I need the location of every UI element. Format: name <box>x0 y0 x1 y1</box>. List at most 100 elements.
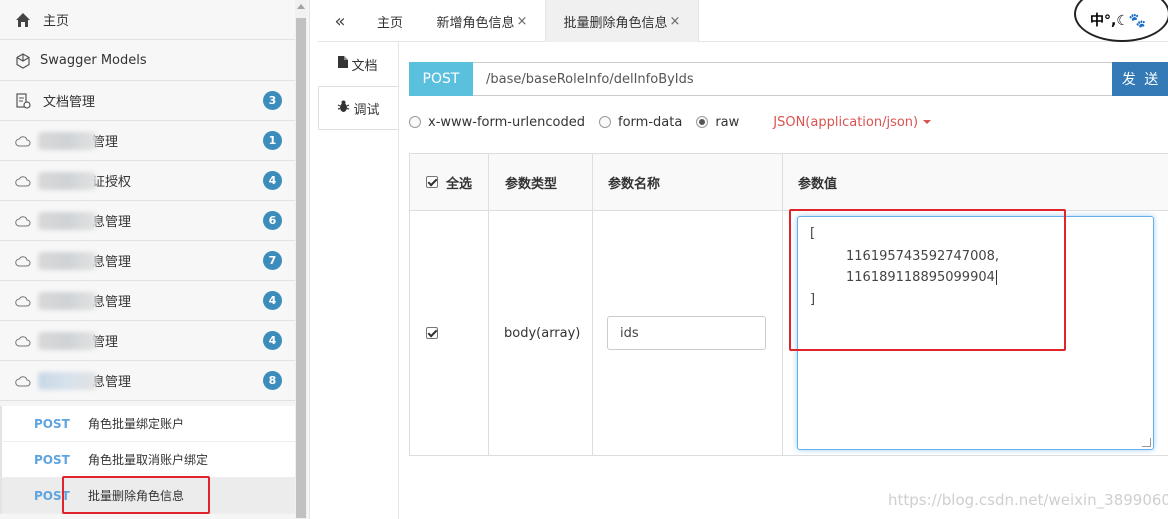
bug-icon <box>337 100 350 117</box>
cloud-api-icon <box>14 172 32 190</box>
home-icon <box>14 11 32 29</box>
radio-label: x-www-form-urlencoded <box>428 114 586 130</box>
tab-batch-delete-role[interactable]: 批量删除角色信息 × <box>545 0 699 42</box>
count-badge: 8 <box>263 371 282 390</box>
resize-handle[interactable] <box>1142 438 1151 447</box>
header-label: 参数值 <box>798 176 838 192</box>
tab-label: 调试 <box>353 102 380 118</box>
http-method: POST <box>34 452 70 467</box>
content-type-options: x-www-form-urlencoded form-data raw JSON… <box>409 112 932 132</box>
sidebar-group[interactable]: 息管理 7 <box>0 241 296 281</box>
count-badge: 4 <box>263 291 282 310</box>
param-type: body(array) <box>504 325 581 341</box>
param-name-input[interactable]: ids <box>607 316 766 350</box>
endpoint-label: 角色批量取消账户绑定 <box>88 453 209 467</box>
sidebar-group[interactable]: 管理 1 <box>0 121 296 161</box>
tab-debug[interactable]: 调试 <box>318 86 398 130</box>
sidebar-group-expanded[interactable]: 息管理 8 <box>0 361 296 401</box>
caret-down-icon <box>923 120 932 124</box>
cloud-api-icon <box>14 332 32 350</box>
sidebar-item-models[interactable]: Swagger Models <box>0 41 296 81</box>
cube-icon <box>14 52 32 70</box>
close-icon[interactable]: × <box>670 14 681 29</box>
redacted-text <box>38 252 96 270</box>
tab-doc[interactable]: 文档 <box>318 42 398 86</box>
radio-urlencoded[interactable] <box>409 116 421 128</box>
tab-home[interactable]: 主页 <box>362 0 418 42</box>
scroll-up-icon[interactable] <box>297 4 305 9</box>
redacted-text <box>38 172 96 190</box>
header-type: 参数类型 <box>489 154 593 211</box>
sidebar-item-label: 文档管理 <box>43 95 96 110</box>
document-settings-icon <box>14 92 32 110</box>
cloud-api-icon <box>14 292 32 310</box>
select-all-checkbox[interactable] <box>426 176 438 188</box>
watermark: https://blog.csdn.net/weixin_38990605 <box>888 491 1168 509</box>
tab-label: 批量删除角色信息 <box>563 15 668 31</box>
sidebar-group[interactable]: 息管理 4 <box>0 281 296 321</box>
header-value: 参数值 <box>783 154 1168 211</box>
content-type-value: JSON(application/json) <box>773 114 919 130</box>
highlight-annotation <box>62 476 210 514</box>
radio-label: form-data <box>618 114 683 130</box>
redacted-text <box>38 372 96 390</box>
count-badge: 4 <box>263 171 282 190</box>
sidebar-group[interactable]: 证授权 4 <box>0 161 296 201</box>
endpoint-item[interactable]: POST 角色批量绑定账户 <box>0 406 296 442</box>
count-badge: 3 <box>263 91 282 110</box>
row-select <box>410 211 489 456</box>
avatar[interactable]: 中°,☾🐾 <box>1074 0 1168 42</box>
sidebar-scrollbar[interactable] <box>295 0 307 519</box>
radio-label: raw <box>715 114 740 130</box>
header-select-all: 全选 <box>410 154 489 211</box>
cloud-api-icon <box>14 252 32 270</box>
cloud-api-icon <box>14 132 32 150</box>
sidebar-item-label: 主页 <box>43 14 70 29</box>
http-method-button[interactable]: POST <box>409 62 473 96</box>
content-type-dropdown[interactable]: JSON(application/json) <box>773 114 932 130</box>
sidebar-item-label: Swagger Models <box>40 53 147 68</box>
cloud-api-icon <box>14 212 32 230</box>
sidebar: 主页 Swagger Models 文档管理 3 管理 1 证授权 4 息管理 … <box>0 0 310 519</box>
divider <box>398 42 399 519</box>
radio-form-data[interactable] <box>599 116 612 128</box>
close-icon[interactable]: × <box>517 14 528 29</box>
count-badge: 6 <box>263 211 282 230</box>
sidebar-item-label: 息管理 <box>92 215 132 230</box>
sidebar-item-label: 息管理 <box>92 375 132 390</box>
send-button[interactable]: 发 送 <box>1112 62 1168 96</box>
tab-add-role[interactable]: 新增角色信息 × <box>420 0 544 42</box>
tab-label: 新增角色信息 <box>436 15 515 31</box>
cloud-api-icon <box>14 372 32 390</box>
collapse-sidebar-icon[interactable]: « <box>318 0 362 42</box>
sidebar-item-doc-management[interactable]: 文档管理 3 <box>0 81 296 121</box>
header-label: 全选 <box>446 176 473 192</box>
redacted-text <box>38 212 96 230</box>
row-checkbox[interactable] <box>426 327 438 339</box>
sidebar-group[interactable]: 管理 4 <box>0 321 296 361</box>
endpoint-item[interactable]: POST 角色批量取消账户绑定 <box>0 442 296 478</box>
sidebar-item-home[interactable]: 主页 <box>0 0 296 40</box>
sidebar-item-label: 息管理 <box>92 255 132 270</box>
document-icon <box>338 56 349 72</box>
url-input[interactable]: /base/baseRoleInfo/delInfoByIds <box>473 62 1113 96</box>
sidebar-item-label: 息管理 <box>92 295 132 310</box>
avatar-text: 中°,☾🐾 <box>1090 13 1147 29</box>
highlight-annotation <box>789 209 1066 351</box>
redacted-text <box>38 292 96 310</box>
radio-raw[interactable] <box>696 116 709 128</box>
count-badge: 4 <box>263 331 282 350</box>
count-badge: 1 <box>263 131 282 150</box>
sidebar-group[interactable]: 息管理 6 <box>0 201 296 241</box>
redacted-text <box>38 332 96 350</box>
endpoint-label: 角色批量绑定账户 <box>88 417 185 431</box>
tab-label: 文档 <box>351 58 378 74</box>
tab-bar: « 主页 新增角色信息 × 批量删除角色信息 × 中°,☾🐾 <box>318 0 1168 42</box>
row-type: body(array) <box>489 211 593 456</box>
scrollbar-thumb[interactable] <box>296 18 306 518</box>
header-label: 参数类型 <box>505 176 558 192</box>
http-method: POST <box>34 416 70 431</box>
sidebar-item-label: 证授权 <box>92 175 132 190</box>
header-label: 参数名称 <box>608 176 661 192</box>
header-name: 参数名称 <box>593 154 783 211</box>
